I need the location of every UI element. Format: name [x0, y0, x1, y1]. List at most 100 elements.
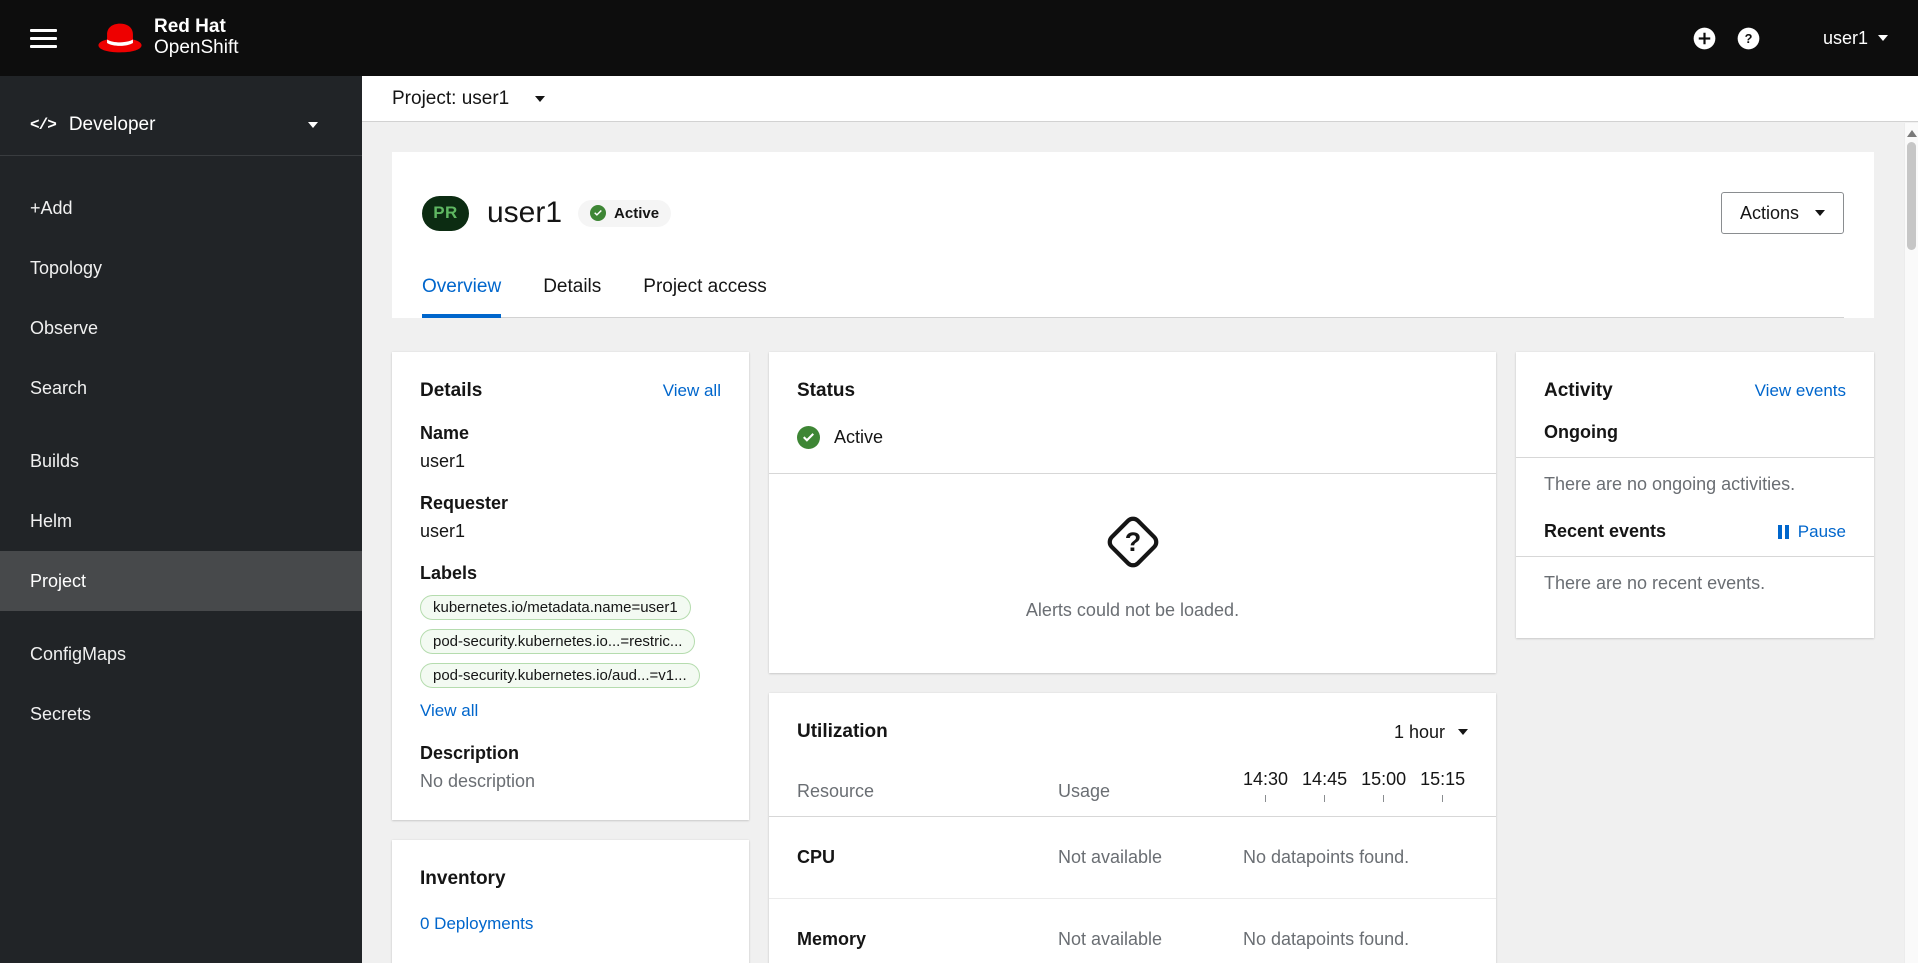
- nav-toggle-button[interactable]: [30, 28, 57, 48]
- scrollbar[interactable]: [1904, 123, 1918, 963]
- time-axis: 14:30 14:45 15:00 15:15: [1237, 769, 1468, 802]
- labels-label: Labels: [420, 563, 478, 583]
- pause-button[interactable]: Pause: [1777, 521, 1846, 542]
- label-pill[interactable]: kubernetes.io/metadata.name=user1: [420, 595, 691, 620]
- resource-usage: Not available: [1058, 847, 1163, 867]
- svg-text:?: ?: [1745, 30, 1753, 45]
- main-content: Project: user1 PR user1 Active Actions O…: [362, 76, 1918, 963]
- resource-name: Memory: [797, 929, 867, 949]
- brand-line2: OpenShift: [154, 37, 239, 58]
- alerts-error-message: Alerts could not be loaded.: [1025, 600, 1240, 620]
- sidebar-item-secrets[interactable]: Secrets: [0, 684, 362, 744]
- status-card: Status Active ? Alerts could not be load…: [769, 352, 1496, 673]
- project-status-badge: Active: [578, 199, 672, 227]
- sidebar-item-helm[interactable]: Helm: [0, 491, 362, 551]
- user-menu[interactable]: user1: [1823, 28, 1888, 49]
- chevron-down-icon: [308, 121, 318, 128]
- status-active-label: Active: [834, 427, 884, 447]
- perspective-switcher[interactable]: </> Developer: [0, 94, 362, 156]
- activity-card-title: Activity: [1544, 380, 1613, 401]
- page-title: user1: [487, 196, 563, 229]
- recent-events-heading: Recent events: [1544, 521, 1667, 541]
- sidebar-item-project[interactable]: Project: [0, 551, 362, 611]
- activity-card: Activity View events Ongoing There are n…: [1516, 352, 1874, 638]
- project-selector-label: Project: user1: [392, 87, 510, 109]
- name-label: Name: [420, 423, 470, 443]
- time-tick-label: 15:15: [1420, 769, 1466, 789]
- status-card-title: Status: [797, 380, 856, 401]
- deployments-link[interactable]: 0 Deployments: [420, 914, 533, 934]
- add-circle-icon[interactable]: [1683, 16, 1727, 60]
- actions-label: Actions: [1739, 202, 1799, 223]
- check-circle-icon: [590, 205, 607, 221]
- perspective-label: Developer: [68, 113, 156, 135]
- sidebar-item-add[interactable]: +Add: [0, 178, 362, 238]
- help-icon[interactable]: ?: [1727, 16, 1771, 60]
- utilization-card: Utilization 1 hour Resource Usage 14:30 …: [769, 693, 1496, 963]
- requester-label: Requester: [420, 493, 509, 513]
- pause-label: Pause: [1797, 521, 1846, 541]
- sidebar: </> Developer +Add Topology Observe Sear…: [0, 76, 362, 963]
- pause-icon: [1777, 524, 1789, 539]
- resource-datapoints: No datapoints found.: [1243, 847, 1410, 867]
- scrollbar-thumb[interactable]: [1907, 142, 1916, 250]
- brand-line1: Red Hat: [154, 16, 226, 38]
- redhat-openshift-logo: Red Hat OpenShift: [97, 16, 239, 59]
- time-tick-label: 14:30: [1243, 769, 1289, 789]
- sidebar-item-topology[interactable]: Topology: [0, 238, 362, 298]
- svg-text:?: ?: [1124, 527, 1141, 557]
- utilization-header-row: Resource Usage 14:30 14:45 15:00 15:15: [797, 769, 1468, 802]
- page-content: PR user1 Active Actions Overview Details…: [362, 122, 1918, 963]
- tabs: Overview Details Project access: [422, 276, 1844, 318]
- details-card-title: Details: [420, 380, 483, 401]
- inventory-card: Inventory 0 Deployments: [392, 840, 749, 963]
- project-selector[interactable]: Project: user1: [392, 87, 546, 110]
- view-events-link[interactable]: View events: [1755, 381, 1846, 401]
- details-view-all-link[interactable]: View all: [663, 381, 721, 401]
- description-value: No description: [420, 771, 536, 791]
- chevron-down-icon: [1815, 210, 1825, 216]
- redhat-fedora-icon: [98, 23, 142, 53]
- question-diamond-icon: ?: [1107, 516, 1158, 568]
- details-card: Details View all Name user1 Requester us…: [392, 352, 749, 820]
- chevron-down-icon: [1878, 35, 1888, 41]
- page-header: PR user1 Active Actions Overview Details…: [392, 152, 1874, 318]
- tab-project-access[interactable]: Project access: [643, 276, 767, 318]
- masthead: Red Hat OpenShift ? user1: [0, 0, 1918, 76]
- inventory-card-title: Inventory: [420, 868, 506, 889]
- label-pill[interactable]: pod-security.kubernetes.io...=restric...: [420, 629, 696, 654]
- utilization-card-title: Utilization: [797, 721, 888, 742]
- tab-overview[interactable]: Overview: [422, 276, 502, 318]
- labels-view-all-link[interactable]: View all: [420, 701, 478, 721]
- labels-list: kubernetes.io/metadata.name=user1 pod-se…: [420, 595, 721, 688]
- duration-dropdown[interactable]: 1 hour: [1394, 722, 1468, 743]
- utilization-row-cpu: CPU Not available No datapoints found.: [797, 817, 1468, 898]
- sidebar-item-search[interactable]: Search: [0, 358, 362, 418]
- hamburger-icon: [30, 28, 57, 32]
- user-menu-label: user1: [1822, 27, 1868, 48]
- sidebar-nav: +Add Topology Observe Search Builds Helm…: [0, 156, 362, 744]
- project-bar: Project: user1: [362, 76, 1918, 122]
- usage-column-header: Usage: [1058, 781, 1111, 801]
- utilization-row-memory: Memory Not available No datapoints found…: [797, 899, 1468, 963]
- no-recent-events-message: There are no recent events.: [1544, 573, 1766, 593]
- requester-value: user1: [420, 521, 466, 541]
- no-ongoing-message: There are no ongoing activities.: [1544, 474, 1796, 494]
- resource-column-header: Resource: [797, 781, 875, 801]
- ongoing-heading: Ongoing: [1544, 422, 1618, 442]
- project-resource-badge: PR: [422, 195, 469, 231]
- scroll-up-arrow-icon[interactable]: [1906, 130, 1917, 137]
- sidebar-item-observe[interactable]: Observe: [0, 298, 362, 358]
- chevron-down-icon: [1458, 729, 1468, 735]
- time-tick-label: 15:00: [1361, 769, 1407, 789]
- duration-label: 1 hour: [1393, 721, 1445, 742]
- sidebar-item-configmaps[interactable]: ConfigMaps: [0, 624, 362, 684]
- tab-details[interactable]: Details: [543, 276, 601, 318]
- actions-dropdown[interactable]: Actions: [1720, 192, 1844, 234]
- resource-usage: Not available: [1058, 929, 1163, 949]
- chevron-down-icon: [535, 95, 546, 102]
- sidebar-item-builds[interactable]: Builds: [0, 431, 362, 491]
- resource-datapoints: No datapoints found.: [1243, 929, 1410, 949]
- name-value: user1: [420, 451, 466, 471]
- label-pill[interactable]: pod-security.kubernetes.io/aud...=v1...: [420, 663, 700, 688]
